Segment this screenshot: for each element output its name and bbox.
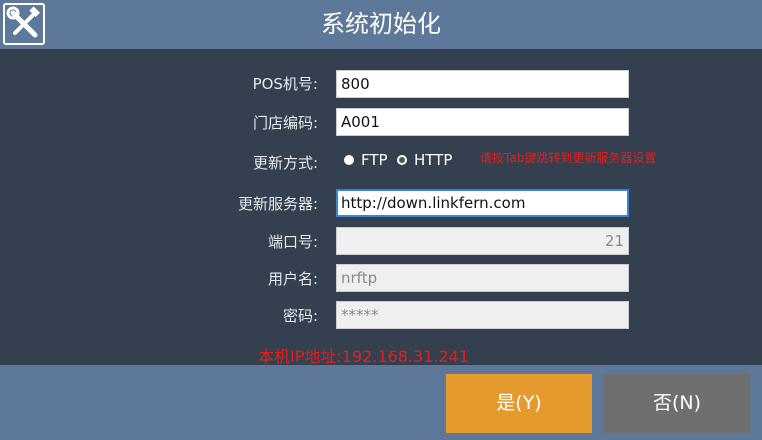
port-label: 端口号: [267,233,318,251]
store-code-input[interactable] [336,108,629,136]
port-input [336,227,629,255]
store-code-label: 门店编码: [252,114,318,132]
update-server-label: 更新服务器: [237,195,318,213]
radio-ftp-indicator[interactable] [344,155,354,165]
no-button[interactable]: 否(N) [604,374,750,433]
tab-hint-text: 请按Tab键跳转到更新服务器设置 [480,151,657,165]
update-mode-label: 更新方式: [252,154,318,172]
window-title: 系统初始化 [321,10,441,38]
radio-http-label: HTTP [414,151,453,169]
radio-http[interactable]: HTTP [397,151,452,169]
username-label: 用户名: [267,270,318,288]
init-dialog: 系统初始化 POS机号: 门店编码: 更新方式: FTP HTTP 请按Tab键… [0,0,762,440]
radio-http-indicator[interactable] [397,155,407,165]
radio-ftp[interactable]: FTP [344,151,388,169]
update-server-input[interactable] [336,189,629,217]
pos-number-input[interactable] [336,70,629,98]
pos-number-label: POS机号: [252,75,318,93]
title-bar: 系统初始化 [0,0,762,49]
local-ip-text: 本机IP地址:192.168.31.241 [258,347,469,366]
password-input [336,301,629,329]
password-label: 密码: [282,307,318,325]
yes-button[interactable]: 是(Y) [446,374,592,433]
radio-ftp-label: FTP [361,151,388,169]
username-input [336,264,629,292]
